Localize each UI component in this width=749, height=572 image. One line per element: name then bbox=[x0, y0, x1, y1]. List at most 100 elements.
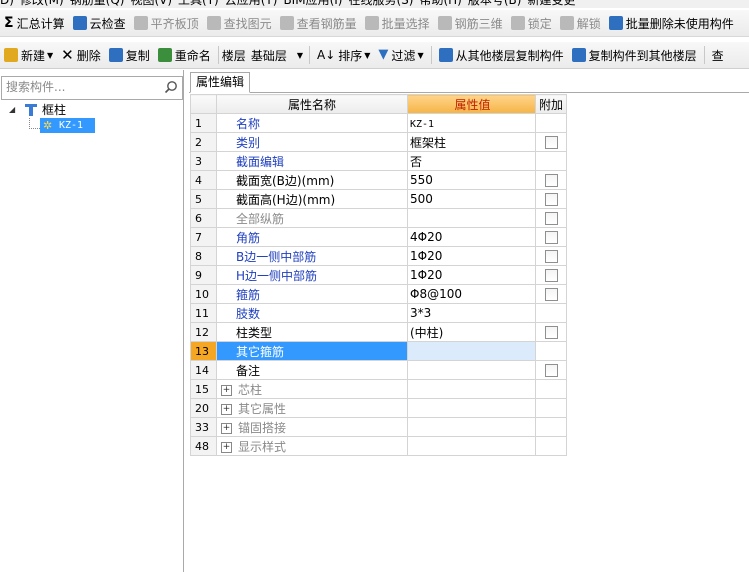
menu-item[interactable]: 视图(V) bbox=[130, 0, 172, 7]
extra-cell[interactable] bbox=[535, 265, 567, 285]
property-value-cell[interactable]: 3*3 bbox=[407, 303, 536, 323]
flat-slab-button[interactable]: 平齐板顶 bbox=[130, 12, 203, 34]
batch-select-button[interactable]: 批量选择 bbox=[361, 12, 434, 34]
copy-to-floor-button[interactable]: 复制构件到其他楼层 bbox=[568, 44, 701, 66]
rebar-3d-button[interactable]: 钢筋三维 bbox=[434, 12, 507, 34]
property-row[interactable]: 20 + 其它属性 bbox=[190, 398, 567, 418]
property-name-cell[interactable]: 截面宽(B边)(mm) bbox=[216, 170, 408, 190]
property-value-cell[interactable] bbox=[407, 208, 536, 228]
expand-icon[interactable]: + bbox=[221, 403, 232, 415]
property-name-cell[interactable]: 箍筋 bbox=[216, 284, 408, 304]
property-row[interactable]: 5 截面高(H边)(mm) 500 bbox=[190, 189, 567, 209]
search-icon[interactable] bbox=[164, 80, 178, 94]
extra-checkbox[interactable] bbox=[544, 326, 558, 339]
menu-item[interactable]: BIM应用(I) bbox=[283, 0, 342, 7]
property-row[interactable]: 33 + 锚固搭接 bbox=[190, 417, 567, 437]
menu-item[interactable]: 帮助(H) bbox=[419, 0, 461, 7]
extra-checkbox[interactable] bbox=[544, 174, 558, 187]
find-button[interactable]: 查 bbox=[708, 44, 728, 66]
extra-cell[interactable] bbox=[535, 227, 567, 247]
property-name-cell[interactable]: 角筋 bbox=[216, 227, 408, 247]
tab-property-edit[interactable]: 属性编辑 bbox=[190, 72, 251, 93]
property-name-cell[interactable]: 肢数 bbox=[216, 303, 408, 323]
property-value-cell[interactable]: (中柱) bbox=[407, 322, 536, 342]
extra-checkbox[interactable] bbox=[544, 288, 558, 301]
copy-from-floor-button[interactable]: 从其他楼层复制构件 bbox=[435, 44, 568, 66]
delete-button[interactable]: ✕ 删除 bbox=[57, 44, 105, 66]
find-element-button[interactable]: 查找图元 bbox=[203, 12, 276, 34]
property-row[interactable]: 9 H边一侧中部筋 1Φ20 bbox=[190, 265, 567, 285]
extra-cell[interactable] bbox=[535, 170, 567, 190]
property-row[interactable]: 2 类别 框架柱 bbox=[190, 132, 567, 152]
property-row[interactable]: 13 其它箍筋 bbox=[190, 341, 567, 361]
filter-button[interactable]: ▼ 过滤 ▼ bbox=[374, 44, 427, 66]
extra-cell[interactable] bbox=[535, 284, 567, 304]
property-row[interactable]: 15 + 芯柱 bbox=[190, 379, 567, 399]
rename-button[interactable]: 重命名 bbox=[154, 44, 215, 66]
view-rebar-button[interactable]: 查看钢筋量 bbox=[276, 12, 361, 34]
new-button[interactable]: 新建 ▼ bbox=[0, 44, 57, 66]
property-name-cell[interactable]: 备注 bbox=[216, 360, 408, 380]
cloud-check-button[interactable]: 云检查 bbox=[69, 12, 130, 34]
batch-delete-button[interactable]: 批量删除未使用构件 bbox=[605, 12, 738, 34]
property-name-cell[interactable]: B边一侧中部筋 bbox=[216, 246, 408, 266]
property-row[interactable]: 12 柱类型 (中柱) bbox=[190, 322, 567, 342]
menu-item[interactable]: 钢筋量(Q) bbox=[70, 0, 125, 7]
lock-button[interactable]: 锁定 bbox=[507, 12, 556, 34]
property-row[interactable]: 4 截面宽(B边)(mm) 550 bbox=[190, 170, 567, 190]
property-row[interactable]: 6 全部纵筋 bbox=[190, 208, 567, 228]
extra-header[interactable]: 附加 bbox=[535, 94, 567, 114]
property-row[interactable]: 11 肢数 3*3 bbox=[190, 303, 567, 323]
menu-item[interactable]: D) bbox=[0, 0, 14, 7]
sum-button[interactable]: Σ 汇总计算 bbox=[0, 12, 69, 34]
property-row[interactable]: 1 名称 KZ-1 bbox=[190, 113, 567, 133]
expand-icon[interactable]: + bbox=[221, 422, 232, 434]
property-value-cell[interactable]: Φ8@100 bbox=[407, 284, 536, 304]
menu-item[interactable]: 云应用(Y) bbox=[225, 0, 278, 7]
property-name-cell[interactable]: 名称 bbox=[216, 113, 408, 133]
property-name-cell[interactable]: 其它箍筋 bbox=[216, 341, 408, 361]
property-value-cell[interactable]: 4Φ20 bbox=[407, 227, 536, 247]
property-name-header[interactable]: 属性名称 bbox=[216, 94, 408, 114]
menu-item[interactable]: 新建变更 bbox=[527, 0, 575, 7]
extra-checkbox[interactable] bbox=[544, 364, 558, 377]
expand-icon[interactable]: + bbox=[221, 441, 232, 453]
property-value-cell[interactable]: 550 bbox=[407, 170, 536, 190]
sort-button[interactable]: A↓ 排序 ▼ bbox=[313, 44, 374, 66]
unlock-button[interactable]: 解锁 bbox=[556, 12, 605, 34]
extra-cell[interactable] bbox=[535, 360, 567, 380]
menu-item[interactable]: 修改(M) bbox=[20, 0, 64, 7]
floor-select[interactable]: 基础层 ▼ bbox=[248, 45, 306, 65]
property-row[interactable]: 3 截面编辑 否 bbox=[190, 151, 567, 171]
property-name-cell[interactable]: 截面高(H边)(mm) bbox=[216, 189, 408, 209]
property-value-cell[interactable]: KZ-1 bbox=[407, 113, 536, 133]
property-row[interactable]: 14 备注 bbox=[190, 360, 567, 380]
tree-item-selected[interactable]: ✲ KZ-1 bbox=[40, 118, 95, 133]
property-name-cell[interactable]: + 锚固搭接 bbox=[216, 417, 408, 437]
extra-checkbox[interactable] bbox=[544, 250, 558, 263]
extra-cell[interactable] bbox=[535, 208, 567, 228]
extra-checkbox[interactable] bbox=[544, 269, 558, 282]
extra-checkbox[interactable] bbox=[544, 136, 558, 149]
property-name-cell[interactable]: 全部纵筋 bbox=[216, 208, 408, 228]
property-value-cell[interactable] bbox=[407, 398, 536, 418]
property-name-cell[interactable]: 类别 bbox=[216, 132, 408, 152]
property-value-cell[interactable]: 1Φ20 bbox=[407, 246, 536, 266]
extra-cell[interactable] bbox=[535, 132, 567, 152]
property-name-cell[interactable]: H边一侧中部筋 bbox=[216, 265, 408, 285]
property-value-cell[interactable] bbox=[407, 360, 536, 380]
property-value-cell[interactable] bbox=[407, 379, 536, 399]
menu-item[interactable]: 版本号(B) bbox=[468, 0, 522, 7]
property-value-cell[interactable] bbox=[407, 417, 536, 437]
property-name-cell[interactable]: + 其它属性 bbox=[216, 398, 408, 418]
property-value-cell[interactable]: 500 bbox=[407, 189, 536, 209]
extra-cell[interactable] bbox=[535, 246, 567, 266]
property-name-cell[interactable]: 截面编辑 bbox=[216, 151, 408, 171]
property-name-cell[interactable]: 柱类型 bbox=[216, 322, 408, 342]
extra-checkbox[interactable] bbox=[544, 193, 558, 206]
property-name-cell[interactable]: + 芯柱 bbox=[216, 379, 408, 399]
property-row[interactable]: 10 箍筋 Φ8@100 bbox=[190, 284, 567, 304]
search-input[interactable] bbox=[2, 77, 160, 97]
property-value-cell[interactable] bbox=[407, 436, 536, 456]
property-value-cell[interactable]: 否 bbox=[407, 151, 536, 171]
